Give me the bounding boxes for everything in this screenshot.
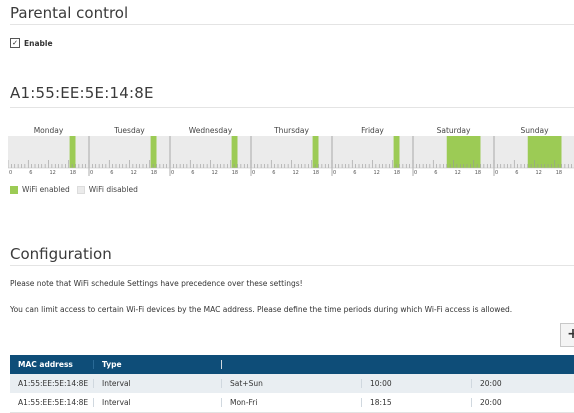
cell-end: 20:00: [480, 398, 502, 407]
schedule-legend: WiFi enabled WiFi disabled: [10, 185, 138, 194]
cell-end: 20:00: [480, 379, 502, 388]
hour-tick-label: 18: [394, 170, 400, 176]
enable-label: Enable: [24, 38, 53, 48]
day-label: Sunday: [520, 126, 549, 135]
table-row[interactable]: A1:55:EE:5E:14:8E Interval Sat+Sun 10:00…: [10, 374, 574, 393]
enabled-interval-bar: [312, 136, 319, 168]
day-label: Tuesday: [113, 126, 145, 135]
enabled-interval-bar: [150, 136, 157, 168]
hour-tick-label: 18: [313, 170, 319, 176]
cell-start: 10:00: [362, 379, 472, 388]
hour-tick-label: 12: [536, 170, 542, 176]
cell-type: Interval: [94, 379, 222, 388]
table-row[interactable]: A1:55:EE:5E:14:8E Interval Mon-Fri 18:15…: [10, 393, 574, 413]
hour-tick-label: 0: [414, 170, 417, 176]
hour-tick-label: 6: [353, 170, 356, 176]
cell-mac: A1:55:EE:5E:14:8E: [10, 398, 94, 407]
schedule-background: [8, 136, 574, 168]
hour-tick-label: 0: [252, 170, 255, 176]
hour-tick-label: 6: [110, 170, 113, 176]
cell-days: Sat+Sun: [222, 379, 362, 388]
header-mac-address[interactable]: MAC address: [10, 360, 94, 369]
divider: [10, 24, 574, 25]
add-entry-button[interactable]: +: [560, 323, 574, 347]
hour-tick-label: 6: [272, 170, 275, 176]
mac-schedule-table: MAC address Type A1:55:EE:5E:14:8E Inter…: [10, 355, 574, 413]
hour-tick-label: 0: [90, 170, 93, 176]
hour-tick-label: 0: [171, 170, 174, 176]
table-header-row: MAC address Type: [10, 355, 574, 374]
divider: [10, 265, 574, 266]
header-type[interactable]: Type: [94, 360, 222, 369]
legend-enabled-swatch: [10, 185, 18, 194]
legend-disabled-swatch: [76, 185, 85, 194]
hour-tick-label: 0: [9, 170, 12, 176]
enabled-interval-bar: [446, 136, 481, 168]
day-label: Friday: [361, 126, 384, 135]
cell-start: 18:15: [362, 398, 472, 407]
enabled-interval-bar: [527, 136, 562, 168]
hour-tick-label: 18: [475, 170, 481, 176]
hour-tick-label: 12: [293, 170, 299, 176]
hour-tick-label: 0: [495, 170, 498, 176]
hour-tick-label: 18: [556, 170, 562, 176]
enabled-interval-bar: [231, 136, 238, 168]
hour-tick-label: 12: [131, 170, 137, 176]
configuration-title: Configuration: [10, 245, 112, 263]
divider: [10, 107, 574, 108]
day-label: Saturday: [437, 126, 471, 135]
hour-tick-label: 18: [70, 170, 76, 176]
hour-tick-label: 6: [191, 170, 194, 176]
enabled-interval-bar: [393, 136, 400, 168]
hour-tick-label: 12: [50, 170, 56, 176]
enable-checkbox[interactable]: ✓: [10, 38, 20, 48]
enabled-interval-bar: [69, 136, 76, 168]
hour-tick-label: 18: [232, 170, 238, 176]
wifi-schedule-chart: Monday 0 6 12 18 Tuesday 0 6 12 18 Wednesday 0 6 12 18…: [8, 126, 574, 176]
day-label: Thursday: [273, 126, 309, 135]
hour-tick-label: 6: [29, 170, 32, 176]
hour-tick-label: 6: [515, 170, 518, 176]
mac-limit-note: You can limit access to certain Wi-Fi de…: [10, 305, 513, 314]
cell-type: Interval: [94, 398, 222, 407]
hour-tick-label: 12: [374, 170, 380, 176]
hour-tick-label: 12: [212, 170, 218, 176]
day-label: Wednesday: [189, 126, 233, 135]
hour-tick-label: 12: [455, 170, 461, 176]
legend-enabled-label: WiFi enabled: [22, 185, 70, 194]
parental-control-title: Parental control: [10, 4, 129, 22]
legend-disabled-label: WiFi disabled: [88, 185, 138, 194]
device-mac-title: A1:55:EE:5E:14:8E: [10, 84, 154, 102]
hour-tick-label: 0: [333, 170, 336, 176]
day-label: Monday: [34, 126, 64, 135]
enable-checkbox-row[interactable]: ✓ Enable: [10, 38, 53, 48]
precedence-note: Please note that WiFi schedule Settings …: [10, 279, 303, 288]
hour-tick-label: 6: [434, 170, 437, 176]
cell-days: Mon-Fri: [222, 398, 362, 407]
cell-mac: A1:55:EE:5E:14:8E: [10, 379, 94, 388]
hour-tick-label: 18: [151, 170, 157, 176]
